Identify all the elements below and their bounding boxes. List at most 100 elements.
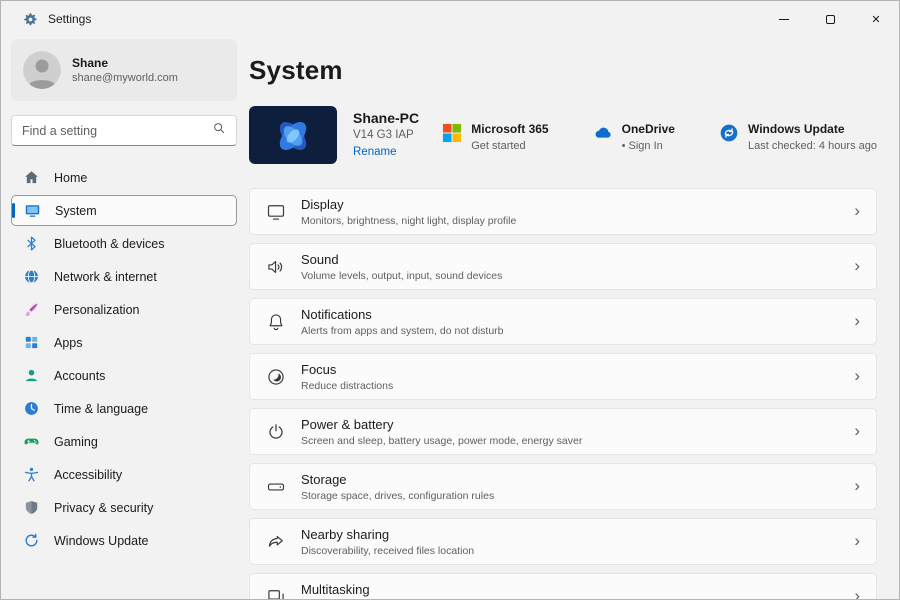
time-language-icon xyxy=(23,400,40,417)
microsoft-365-card[interactable]: Microsoft 365 Get started xyxy=(442,122,549,152)
sidebar-item-privacy-security[interactable]: Privacy & security xyxy=(11,492,237,523)
windows-update-icon xyxy=(23,532,40,549)
setting-row-nearby-sharing[interactable]: Nearby sharing Discoverability, received… xyxy=(249,518,877,565)
minimize-icon xyxy=(779,18,789,20)
setting-row-sound[interactable]: Sound Volume levels, output, input, soun… xyxy=(249,243,877,290)
network-icon xyxy=(23,268,40,285)
sidebar-item-label: System xyxy=(55,203,97,218)
setting-row-storage[interactable]: Storage Storage space, drives, configura… xyxy=(249,463,877,510)
setting-title: Display xyxy=(301,196,344,212)
privacy-security-icon xyxy=(23,499,40,516)
window-controls xyxy=(761,1,899,37)
chevron-right-icon xyxy=(854,587,860,599)
setting-row-display[interactable]: Display Monitors, brightness, night ligh… xyxy=(249,188,877,235)
setting-row-power-battery[interactable]: Power & battery Screen and sleep, batter… xyxy=(249,408,877,455)
sidebar-item-home[interactable]: Home xyxy=(11,162,237,193)
device-thumbnail xyxy=(249,106,337,164)
search-input[interactable] xyxy=(22,123,212,138)
setting-subtitle: Reduce distractions xyxy=(301,379,394,392)
sidebar-item-label: Gaming xyxy=(54,434,98,449)
maximize-button[interactable] xyxy=(807,1,853,37)
onedrive-icon xyxy=(593,123,613,143)
close-button[interactable] xyxy=(853,1,899,37)
titlebar: Settings xyxy=(1,1,899,37)
sidebar-item-bluetooth-devices[interactable]: Bluetooth & devices xyxy=(11,228,237,259)
sidebar-item-accounts[interactable]: Accounts xyxy=(11,360,237,391)
sidebar-item-label: Bluetooth & devices xyxy=(54,236,165,251)
display-icon xyxy=(266,202,286,222)
sidebar-item-label: Accessibility xyxy=(54,467,123,482)
setting-subtitle: Volume levels, output, input, sound devi… xyxy=(301,269,503,282)
status-subtitle: Last checked: 4 hours ago xyxy=(747,140,877,152)
sidebar-item-label: Windows Update xyxy=(54,533,149,548)
chevron-right-icon xyxy=(854,532,860,551)
chevron-right-icon xyxy=(854,477,860,496)
main-content: System Shane-PC V14 G3 IAP Rename Micros… xyxy=(245,37,899,599)
sidebar-item-accessibility[interactable]: Accessibility xyxy=(11,459,237,490)
notifications-icon xyxy=(266,312,286,332)
search-icon xyxy=(212,121,226,140)
sidebar-item-gaming[interactable]: Gaming xyxy=(11,426,237,457)
status-subtitle: • Sign In xyxy=(621,140,663,152)
setting-title: Power & battery xyxy=(301,416,394,432)
setting-row-multitasking[interactable]: Multitasking Snap windows, desktops, tas… xyxy=(249,573,877,599)
setting-subtitle: Alerts from apps and system, do not dist… xyxy=(301,324,504,337)
user-name: Shane xyxy=(72,56,109,70)
chevron-right-icon xyxy=(854,202,860,221)
sidebar-item-network-internet[interactable]: Network & internet xyxy=(11,261,237,292)
status-subtitle: Get started xyxy=(471,140,526,152)
avatar xyxy=(23,51,61,89)
microsoft-365-icon xyxy=(442,123,462,143)
storage-icon xyxy=(266,477,286,497)
window-title: Settings xyxy=(48,12,92,26)
sidebar-item-personalization[interactable]: Personalization xyxy=(11,294,237,325)
gaming-icon xyxy=(23,433,40,450)
personalization-icon xyxy=(23,301,40,318)
minimize-button[interactable] xyxy=(761,1,807,37)
setting-title: Multitasking xyxy=(301,581,370,597)
apps-icon xyxy=(23,334,40,351)
user-profile-card[interactable]: Shane shane@myworld.com xyxy=(11,39,237,101)
chevron-right-icon xyxy=(854,367,860,386)
status-title: Microsoft 365 xyxy=(471,122,549,136)
search-box xyxy=(11,115,237,146)
windows-update-card[interactable]: Windows Update Last checked: 4 hours ago xyxy=(719,122,877,152)
sidebar-item-label: Personalization xyxy=(54,302,140,317)
setting-title: Nearby sharing xyxy=(301,526,390,542)
setting-title: Sound xyxy=(301,251,339,267)
sidebar-item-system[interactable]: System xyxy=(11,195,237,226)
sidebar-item-time-language[interactable]: Time & language xyxy=(11,393,237,424)
setting-row-focus[interactable]: Focus Reduce distractions xyxy=(249,353,877,400)
sidebar-item-apps[interactable]: Apps xyxy=(11,327,237,358)
sidebar-nav: Home System Bluetooth & devices Network … xyxy=(11,162,237,556)
accessibility-icon xyxy=(23,466,40,483)
sidebar-item-label: Home xyxy=(54,170,88,185)
rename-link[interactable]: Rename xyxy=(353,146,396,158)
sidebar-item-label: Network & internet xyxy=(54,269,157,284)
sidebar-item-label: Time & language xyxy=(54,401,149,416)
status-title: Windows Update xyxy=(747,122,845,136)
device-info: Shane-PC V14 G3 IAP Rename xyxy=(353,110,419,160)
home-icon xyxy=(23,169,40,186)
status-cards: Microsoft 365 Get started OneDrive • Sig… xyxy=(442,118,877,152)
setting-subtitle: Storage space, drives, configuration rul… xyxy=(301,489,495,502)
maximize-icon xyxy=(825,14,835,24)
nearby-sharing-icon xyxy=(266,532,286,552)
setting-title: Notifications xyxy=(301,306,372,322)
setting-title: Focus xyxy=(301,361,337,377)
settings-gear-icon xyxy=(23,12,38,27)
device-name: Shane-PC xyxy=(353,110,420,126)
chevron-right-icon xyxy=(854,422,860,441)
setting-row-notifications[interactable]: Notifications Alerts from apps and syste… xyxy=(249,298,877,345)
chevron-right-icon xyxy=(854,312,860,331)
settings-list: Display Monitors, brightness, night ligh… xyxy=(249,188,877,599)
device-model: V14 G3 IAP xyxy=(353,129,414,141)
sound-icon xyxy=(266,257,286,277)
setting-subtitle: Screen and sleep, battery usage, power m… xyxy=(301,434,583,447)
setting-subtitle: Discoverability, received files location xyxy=(301,544,475,557)
onedrive-card[interactable]: OneDrive • Sign In xyxy=(593,122,675,152)
setting-subtitle: Monitors, brightness, night light, displ… xyxy=(301,214,517,227)
sidebar-item-windows-update[interactable]: Windows Update xyxy=(11,525,237,556)
sidebar-item-label: Privacy & security xyxy=(54,500,154,515)
settings-window: Settings Shane shane@myworld.com xyxy=(0,0,900,600)
